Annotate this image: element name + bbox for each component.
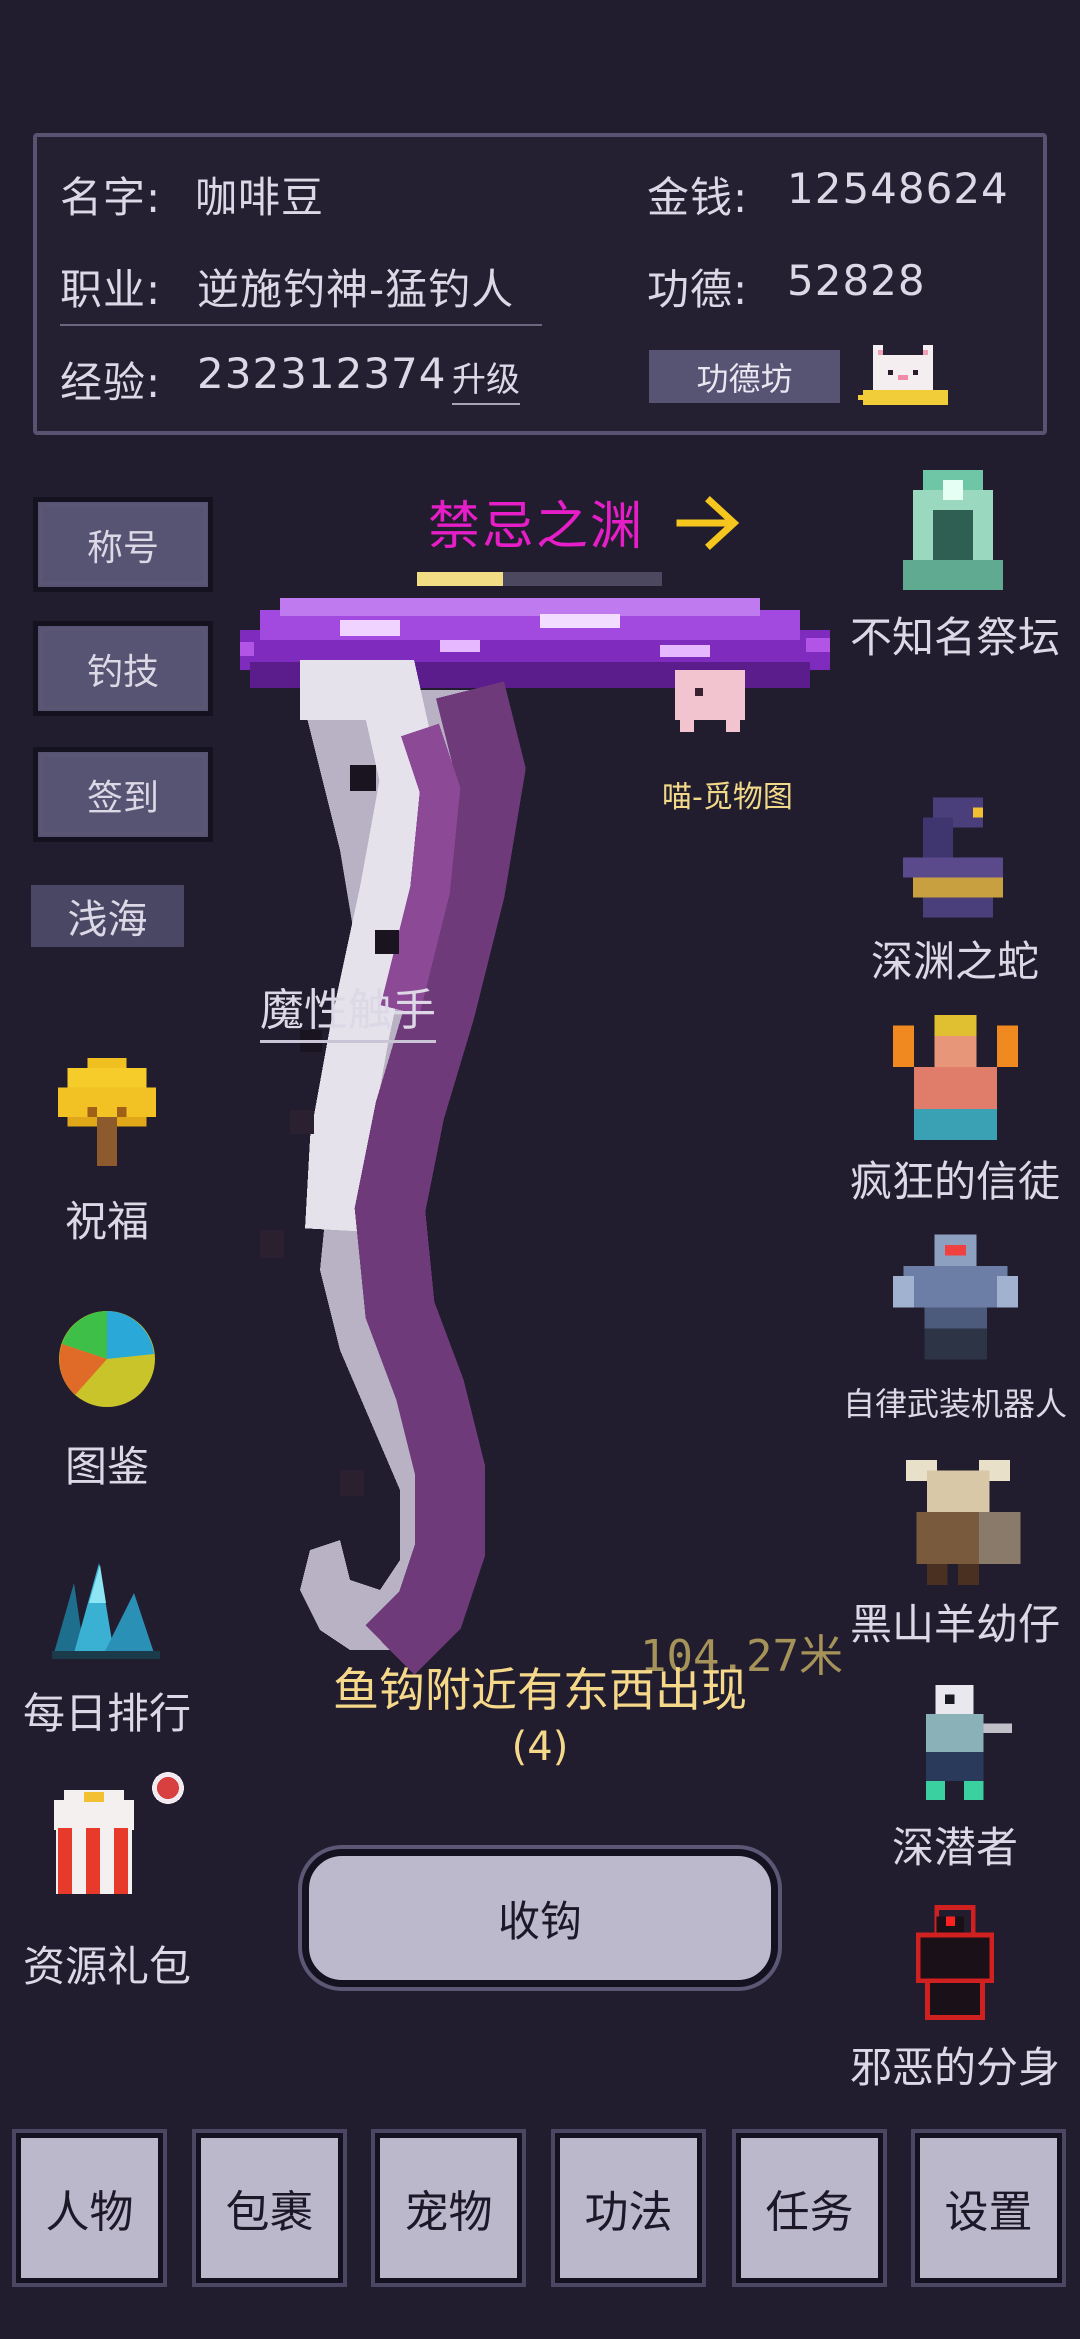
target-label: 魔性触手 (260, 974, 436, 1043)
upgrade-button[interactable]: 升级 (452, 352, 520, 405)
monster-label-goat[interactable]: 黑山羊幼仔 (850, 1591, 1060, 1652)
checkin-button[interactable]: 签到 (33, 747, 213, 842)
money-value: 12548624 (787, 164, 1009, 213)
monster-label-diver[interactable]: 深潜者 (892, 1814, 1018, 1875)
crystal-ranking-icon[interactable] (44, 1543, 168, 1663)
location-progress-bar (417, 572, 662, 586)
merit-value: 52828 (787, 256, 926, 305)
bless-label[interactable]: 祝福 (65, 1188, 149, 1249)
serpent-icon[interactable] (893, 795, 1013, 920)
merit-label: 功德: (647, 265, 749, 314)
bite-message: 鱼钩附近有东西出现 (333, 1663, 747, 1717)
nav-character[interactable]: 人物 (16, 2133, 163, 2283)
monster-label-altar[interactable]: 不知名祭坛 (850, 604, 1060, 665)
codex-pie-icon[interactable] (57, 1309, 157, 1409)
nav-technique[interactable]: 功法 (555, 2133, 702, 2283)
name-label: 名字: (60, 173, 162, 222)
monster-label-robot[interactable]: 自律武装机器人 (843, 1379, 1067, 1425)
gift-label[interactable]: 资源礼包 (23, 1933, 191, 1994)
nav-pet[interactable]: 宠物 (375, 2133, 522, 2283)
exp-label: 经验: (60, 358, 162, 407)
fishing-skill-button[interactable]: 钓技 (33, 621, 213, 716)
location-title[interactable]: 禁忌之渊 (428, 484, 644, 559)
title-button[interactable]: 称号 (33, 497, 213, 592)
nav-settings[interactable]: 设置 (915, 2133, 1062, 2283)
progress-fill (417, 572, 503, 586)
pet-label: 喵-觅物图 (662, 780, 793, 815)
countdown: (4) (511, 1724, 569, 1770)
money-label: 金钱: (647, 173, 749, 222)
monster-label-serpent[interactable]: 深渊之蛇 (871, 928, 1039, 989)
zone-tag[interactable]: 浅海 (31, 885, 184, 947)
genie-icon[interactable] (893, 1015, 1018, 1140)
cat-pet-icon[interactable] (858, 345, 948, 405)
golden-tree-icon[interactable] (57, 1058, 157, 1166)
exp-value: 232312374 (197, 349, 447, 398)
reel-in-button[interactable]: 收钩 (302, 1849, 778, 1987)
goat-warrior-icon[interactable] (893, 1460, 1023, 1585)
monster-label-clone[interactable]: 邪恶的分身 (850, 2034, 1060, 2095)
job-value: 逆施钓神-猛钓人 (197, 265, 515, 314)
ranking-label[interactable]: 每日排行 (23, 1680, 191, 1741)
tentacle (260, 660, 526, 1675)
scene-canvas (240, 598, 830, 1675)
codex-label[interactable]: 图鉴 (65, 1433, 149, 1494)
altar-icon[interactable] (893, 470, 1013, 590)
nav-quest[interactable]: 任务 (736, 2133, 883, 2283)
gift-box-icon[interactable] (44, 1770, 194, 1900)
pink-pet (675, 670, 745, 732)
diver-icon[interactable] (897, 1680, 1012, 1805)
robot-icon[interactable] (893, 1232, 1018, 1362)
arrow-right-icon[interactable] (676, 495, 740, 551)
merit-shop-button[interactable]: 功德坊 (649, 350, 840, 403)
nav-bag[interactable]: 包裹 (196, 2133, 343, 2283)
job-label: 职业: (60, 265, 162, 314)
name-value: 咖啡豆 (195, 173, 325, 222)
divider (60, 324, 542, 326)
shadow-clone-icon[interactable] (900, 1905, 1010, 2020)
monster-label-genie[interactable]: 疯狂的信徒 (850, 1148, 1060, 1209)
